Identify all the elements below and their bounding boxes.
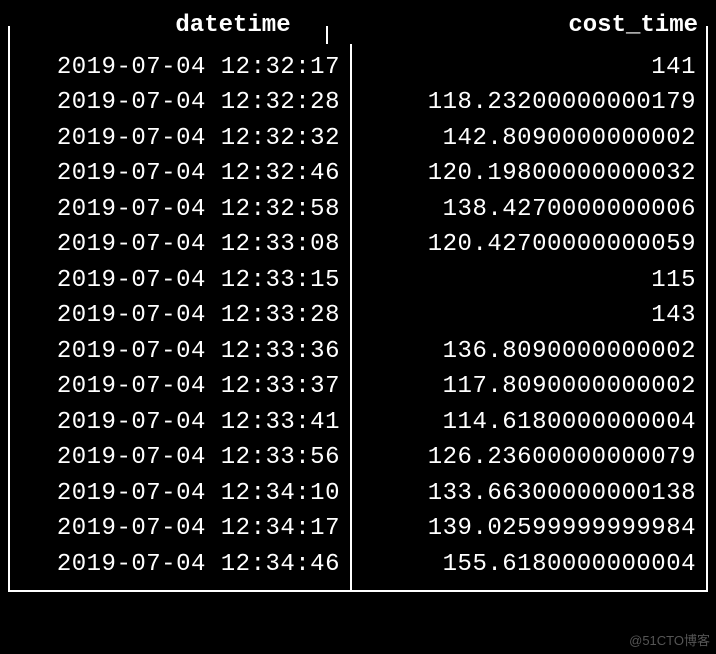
table-cell: 138.4270000000006 xyxy=(362,192,696,228)
table-cell: 142.8090000000002 xyxy=(362,121,696,157)
table-cell: 2019-07-04 12:34:46 xyxy=(20,547,340,583)
table-cell: 136.8090000000002 xyxy=(362,334,696,370)
table-cell: 115 xyxy=(362,263,696,299)
table-cell: 2019-07-04 12:34:10 xyxy=(20,476,340,512)
table-cell: 2019-07-04 12:32:58 xyxy=(20,192,340,228)
table-cell: 2019-07-04 12:32:46 xyxy=(20,156,340,192)
table-cell: 120.42700000000059 xyxy=(362,227,696,263)
table-cell: 2019-07-04 12:33:36 xyxy=(20,334,340,370)
table-cell: 126.23600000000079 xyxy=(362,440,696,476)
column-datetime: 2019-07-04 12:32:17 2019-07-04 12:32:28 … xyxy=(10,44,350,591)
table-cell: 2019-07-04 12:34:17 xyxy=(20,511,340,547)
table-cell: 133.66300000000138 xyxy=(362,476,696,512)
column-header-datetime: datetime xyxy=(8,8,328,44)
column-cost-time: 141 118.23200000000179 142.8090000000002… xyxy=(350,44,706,591)
table-cell: 117.8090000000002 xyxy=(362,369,696,405)
table-cell: 2019-07-04 12:33:56 xyxy=(20,440,340,476)
table-cell: 141 xyxy=(362,50,696,86)
table-cell: 155.6180000000004 xyxy=(362,547,696,583)
table-cell: 2019-07-04 12:32:17 xyxy=(20,50,340,86)
table-cell: 139.02599999999984 xyxy=(362,511,696,547)
table-cell: 2019-07-04 12:32:32 xyxy=(20,121,340,157)
table-cell: 2019-07-04 12:32:28 xyxy=(20,85,340,121)
column-header-cost-time: cost_time xyxy=(328,8,708,44)
table-cell: 114.6180000000004 xyxy=(362,405,696,441)
table-cell: 2019-07-04 12:33:28 xyxy=(20,298,340,334)
table-cell: 2019-07-04 12:33:15 xyxy=(20,263,340,299)
table-cell: 143 xyxy=(362,298,696,334)
table-header-row: datetime cost_time xyxy=(8,8,708,44)
table-cell: 118.23200000000179 xyxy=(362,85,696,121)
table-cell: 2019-07-04 12:33:41 xyxy=(20,405,340,441)
data-table: 2019-07-04 12:32:17 2019-07-04 12:32:28 … xyxy=(8,44,708,593)
watermark-text: @51CTO博客 xyxy=(629,631,710,650)
table-cell: 2019-07-04 12:33:37 xyxy=(20,369,340,405)
table-cell: 2019-07-04 12:33:08 xyxy=(20,227,340,263)
table-cell: 120.19800000000032 xyxy=(362,156,696,192)
